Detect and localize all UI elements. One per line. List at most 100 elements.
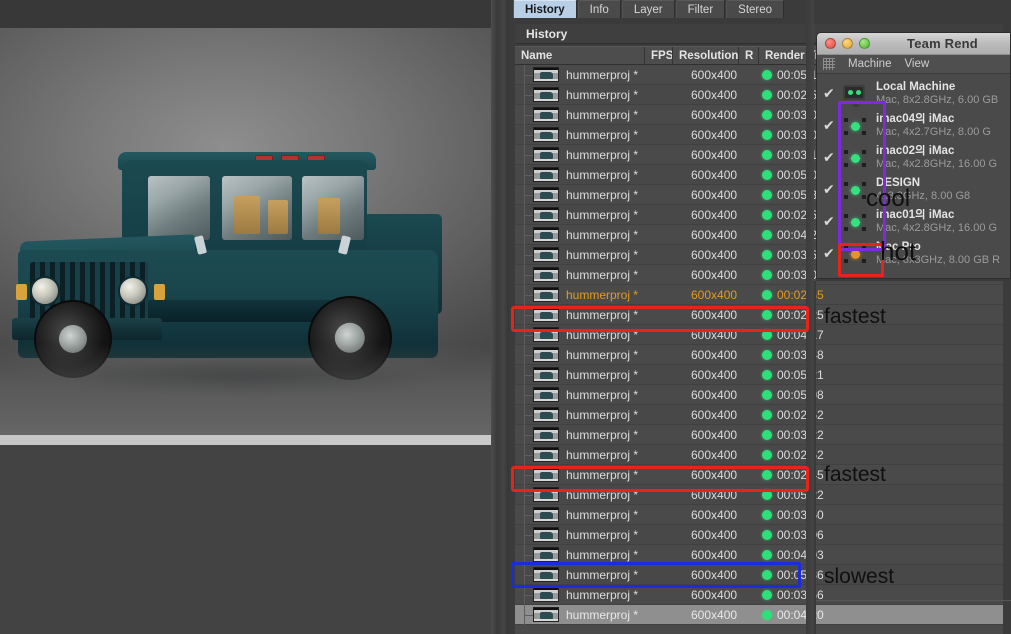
- tree-connector-icon: [515, 244, 533, 265]
- machine-list-item[interactable]: ✔ imac01의 iMac Mac, 4x2.8GHz, 16.00 G: [817, 206, 1010, 238]
- viewport-light-band-2: [0, 435, 320, 445]
- render-thumbnail-icon: [533, 67, 559, 82]
- machine-list-item[interactable]: ✔ Mac Pro Mac, 8x3GHz, 8.00 GB R: [817, 238, 1010, 270]
- table-row[interactable]: hummerproj * 600x400 00:03:56: [515, 584, 1003, 605]
- checkmark-icon[interactable]: ✔: [823, 86, 839, 102]
- table-row[interactable]: hummerproj * 600x400 00:03:06: [515, 524, 1003, 545]
- machine-list-item[interactable]: ✔ imac04의 iMac Mac, 4x2.7GHz, 8.00 G: [817, 110, 1010, 142]
- row-resolution: 600x400: [691, 467, 738, 482]
- table-row[interactable]: hummerproj * 600x400 00:04:20: [515, 604, 1003, 625]
- column-header-fps[interactable]: FPS: [645, 46, 673, 65]
- machine-list-item[interactable]: ✔ DESIGN 4x3.3GHz, 8.00 G8: [817, 174, 1010, 206]
- row-name: hummerproj *: [566, 607, 639, 622]
- tree-connector-icon: [515, 604, 533, 625]
- team-render-titlebar[interactable]: Team Rend: [817, 33, 1010, 55]
- team-render-menubar: Machine View: [817, 55, 1010, 74]
- row-status-cell: [757, 269, 777, 280]
- render-thumbnail-icon: [533, 167, 559, 182]
- table-row[interactable]: hummerproj * 600x400 00:04:17: [515, 324, 1003, 345]
- status-dot-icon: [762, 389, 772, 400]
- status-dot-icon: [762, 449, 772, 460]
- table-row[interactable]: hummerproj * 600x400 00:03:48: [515, 344, 1003, 365]
- table-row[interactable]: hummerproj * 600x400 00:02:25: [515, 304, 1003, 325]
- checkmark-icon[interactable]: ✔: [823, 214, 839, 230]
- row-resolution: 600x400: [691, 567, 738, 582]
- status-dot-icon: [762, 549, 772, 560]
- row-status-cell: [757, 249, 777, 260]
- row-status-cell: [757, 169, 777, 180]
- column-header-r[interactable]: R: [739, 46, 759, 65]
- column-header-name[interactable]: Name: [515, 46, 645, 65]
- row-render-time: 00:04:20: [777, 607, 824, 622]
- row-name: hummerproj *: [566, 467, 639, 482]
- checkmark-icon[interactable]: ✔: [823, 182, 839, 198]
- panel-divider[interactable]: [491, 0, 509, 634]
- tab-layer[interactable]: Layer: [621, 0, 675, 18]
- right-lower-separator: [816, 600, 1011, 601]
- node-icon: [839, 243, 869, 265]
- table-row[interactable]: hummerproj * 600x400 00:03:22: [515, 424, 1003, 445]
- menu-machine[interactable]: Machine: [848, 58, 891, 70]
- table-row[interactable]: hummerproj * 600x400 00:05:08: [515, 384, 1003, 405]
- table-row[interactable]: hummerproj * 600x400 00:03:50: [515, 504, 1003, 525]
- render-thumbnail-icon: [533, 307, 559, 322]
- viewport-empty-area: [0, 445, 491, 634]
- table-row[interactable]: hummerproj * 600x400 00:02:52: [515, 444, 1003, 465]
- team-render-title: Team Rend: [907, 36, 978, 51]
- table-row[interactable]: hummerproj * 600x400 00:02:55: [515, 284, 1003, 305]
- checkmark-icon[interactable]: ✔: [823, 118, 839, 134]
- render-viewport-panel: [0, 0, 496, 634]
- vehicle-turnsignal-left: [16, 284, 27, 300]
- render-thumbnail-icon: [533, 527, 559, 542]
- row-resolution: 600x400: [691, 227, 738, 242]
- status-dot-icon: [762, 529, 772, 540]
- table-row[interactable]: hummerproj * 600x400 00:05:21: [515, 364, 1003, 385]
- row-name: hummerproj *: [566, 167, 639, 182]
- vehicle-headlight-right: [118, 276, 148, 306]
- row-status-cell: [757, 429, 777, 440]
- status-dot-icon: [762, 249, 772, 260]
- column-header-resolution[interactable]: Resolution: [673, 46, 739, 65]
- table-row[interactable]: hummerproj * 600x400 00:05:22: [515, 484, 1003, 505]
- row-resolution: 600x400: [691, 607, 738, 622]
- checkmark-icon[interactable]: ✔: [823, 150, 839, 166]
- tab-history[interactable]: History: [513, 0, 577, 18]
- table-row[interactable]: hummerproj * 600x400 00:02:52: [515, 404, 1003, 425]
- row-resolution: 600x400: [691, 427, 738, 442]
- tab-filter[interactable]: Filter: [675, 0, 726, 18]
- tab-stereo[interactable]: Stereo: [726, 0, 785, 18]
- tab-info[interactable]: Info: [577, 0, 621, 18]
- machine-list[interactable]: ✔ Local Machine Mac, 8x2.8GHz, 6.00 GB ✔ ima…: [817, 74, 1010, 278]
- machine-spec: Mac, 4x2.7GHz, 8.00 G: [876, 126, 991, 138]
- checkmark-icon[interactable]: ✔: [823, 246, 839, 262]
- row-status-cell: [757, 189, 777, 200]
- row-status-cell: [757, 569, 777, 580]
- render-thumbnail-icon: [533, 447, 559, 462]
- row-name: hummerproj *: [566, 87, 639, 102]
- render-thumbnail-icon: [533, 287, 559, 302]
- machine-list-item[interactable]: ✔ imac02의 iMac Mac, 4x2.8GHz, 16.00 G: [817, 142, 1010, 174]
- render-thumbnail-icon: [533, 247, 559, 262]
- row-resolution: 600x400: [691, 407, 738, 422]
- vehicle-shadow: [8, 356, 478, 402]
- machine-list-item[interactable]: ✔ Local Machine Mac, 8x2.8GHz, 6.00 GB: [817, 78, 1010, 110]
- row-name: hummerproj *: [566, 147, 639, 162]
- table-row[interactable]: hummerproj * 600x400 00:04:03: [515, 544, 1003, 565]
- render-thumbnail-icon: [533, 467, 559, 482]
- row-render-time: 00:02:55: [777, 287, 824, 302]
- machine-name: imac01의 iMac: [876, 209, 955, 221]
- row-status-cell: [757, 609, 777, 620]
- tree-connector-icon: [515, 224, 533, 245]
- status-dot-icon: [762, 89, 772, 100]
- table-row[interactable]: hummerproj * 600x400 00:05:36: [515, 564, 1003, 585]
- menu-view[interactable]: View: [904, 58, 929, 70]
- history-panel-right-edge: [806, 0, 814, 634]
- machine-spec: Mac, 8x2.8GHz, 6.00 GB: [876, 94, 999, 106]
- row-status-cell: [757, 309, 777, 320]
- table-row[interactable]: hummerproj * 600x400 00:02:45: [515, 464, 1003, 485]
- row-resolution: 600x400: [691, 507, 738, 522]
- render-thumbnail-icon: [533, 487, 559, 502]
- row-status-cell: [757, 509, 777, 520]
- tree-connector-icon: [515, 484, 533, 505]
- tree-connector-icon: [515, 144, 533, 165]
